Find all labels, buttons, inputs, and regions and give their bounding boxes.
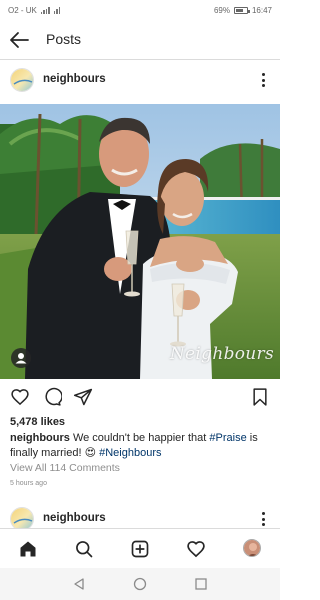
bookmark-icon[interactable] [250, 387, 270, 407]
bottom-navigation [0, 528, 280, 568]
caption-username[interactable]: neighbours [10, 432, 70, 444]
app-header: Posts [0, 20, 280, 60]
caption-text-start: We couldn't be happier that [72, 432, 207, 444]
wedding-photo-image [0, 104, 280, 379]
share-icon[interactable] [73, 387, 93, 407]
back-triangle-icon[interactable] [72, 577, 86, 591]
heart-icon[interactable] [10, 387, 30, 407]
search-icon[interactable] [74, 539, 94, 559]
view-all-comments-link[interactable]: View All 114 Comments [10, 462, 120, 474]
signal-icon [40, 7, 50, 14]
activity-heart-icon[interactable] [186, 539, 206, 559]
likes-count[interactable]: 5,478 likes [10, 416, 65, 428]
battery-percent: 69% [213, 6, 230, 15]
status-bar: O2 - UK 69% 16:47 [0, 0, 280, 20]
clock: 16:47 [251, 6, 272, 15]
status-left: O2 - UK [8, 6, 61, 15]
battery-level-fill [235, 9, 243, 12]
post-author-avatar[interactable] [10, 68, 34, 92]
carrier-label: O2 - UK [8, 6, 37, 15]
hashtag-praise[interactable]: #Praise [209, 432, 246, 444]
comment-icon[interactable] [42, 387, 62, 407]
hashtag-neighbours[interactable]: #Neighbours [99, 447, 161, 459]
post-author-username[interactable]: neighbours [43, 73, 106, 85]
post-header: neighbours [0, 62, 280, 104]
tagged-people-button[interactable] [11, 348, 31, 368]
post-options-icon[interactable] [260, 68, 266, 92]
battery-icon [233, 7, 250, 14]
heart-eyes-emoji: 😍 [84, 447, 97, 459]
profile-avatar[interactable] [243, 539, 261, 557]
photo-watermark: Neighbours [169, 344, 274, 364]
status-right: 69% 16:47 [214, 6, 272, 15]
system-navigation-bar [0, 568, 280, 600]
instagram-post-screen: O2 - UK 69% 16:47 Posts neighbours Neigh… [0, 0, 280, 600]
post-action-bar [0, 383, 280, 411]
back-arrow-icon[interactable] [8, 30, 30, 50]
post-caption: neighbours We couldn't be happier that #… [10, 431, 272, 461]
wifi-signal-icon [53, 7, 61, 14]
recents-square-icon[interactable] [194, 577, 208, 591]
page-title: Posts [46, 31, 82, 47]
home-circle-icon[interactable] [133, 577, 147, 591]
person-icon [15, 353, 27, 364]
new-post-icon[interactable] [130, 539, 150, 559]
home-icon[interactable] [18, 539, 38, 559]
post-photo[interactable]: Neighbours [0, 104, 280, 379]
next-post-username[interactable]: neighbours [43, 512, 106, 524]
post-timestamp: 5 hours ago [10, 480, 47, 487]
